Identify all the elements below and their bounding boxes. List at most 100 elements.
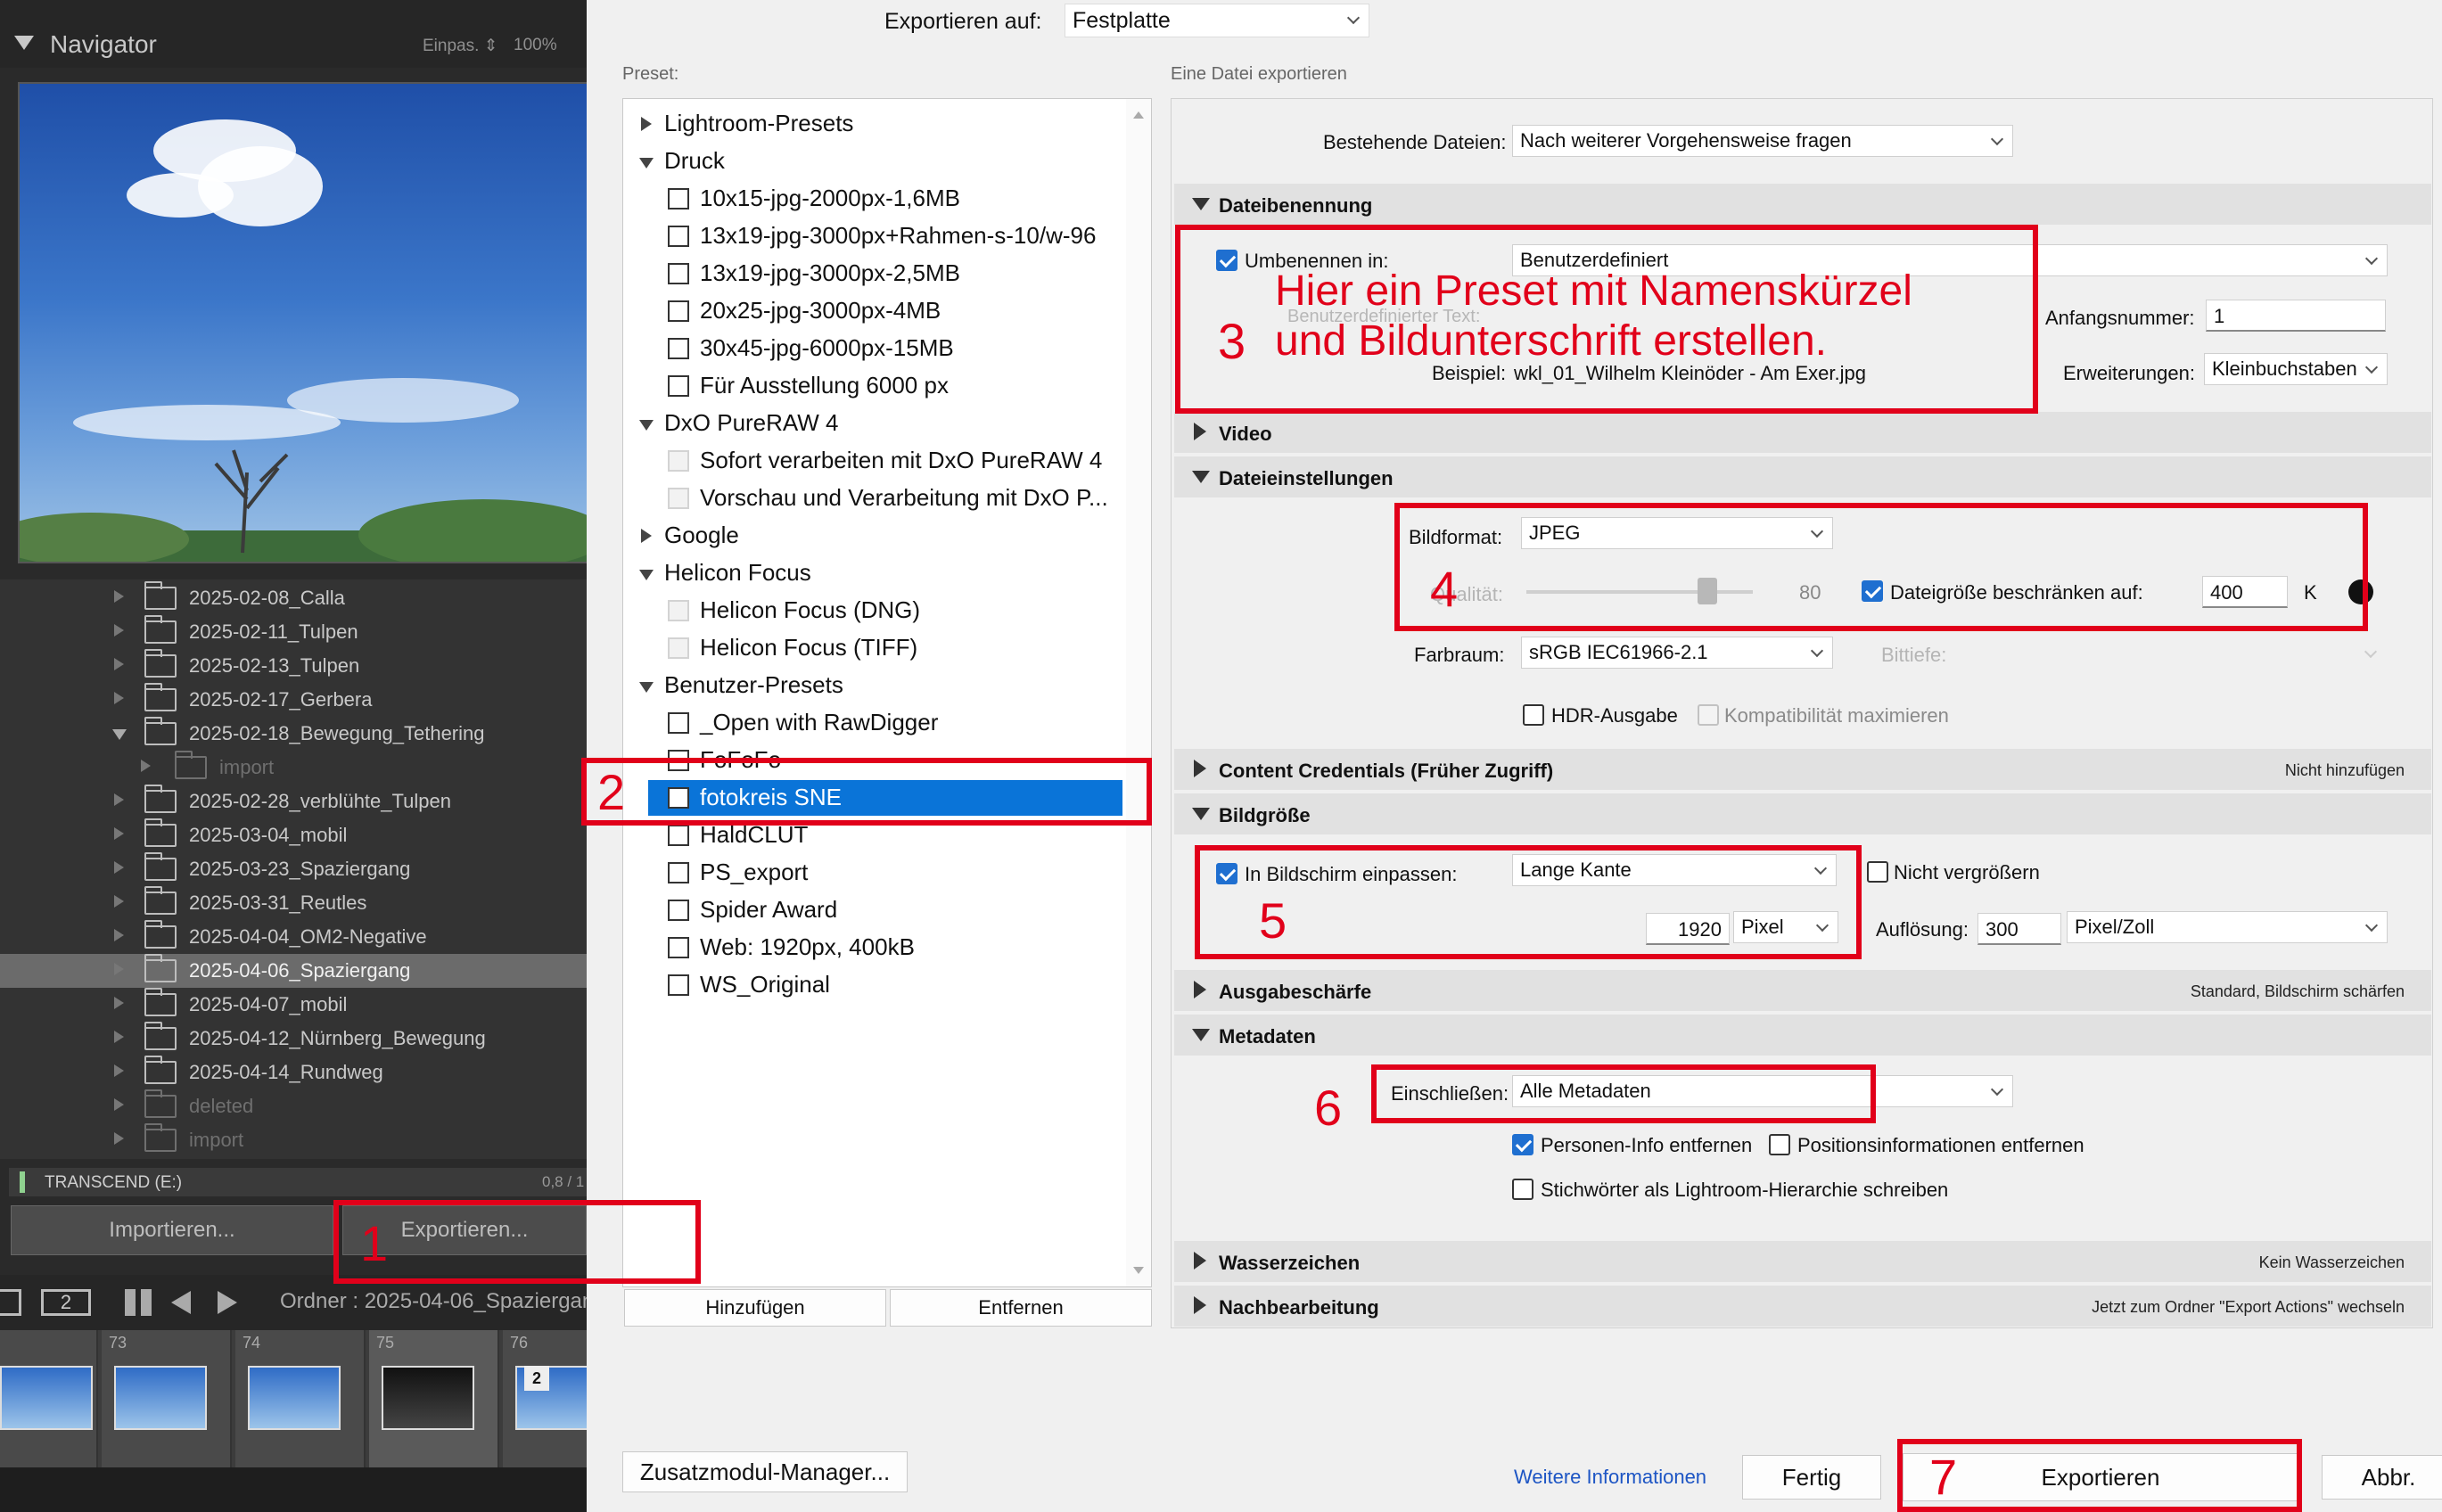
folder-open-triangle-icon[interactable] <box>639 570 654 580</box>
expand-arrow-icon[interactable] <box>114 827 124 840</box>
preset-checkbox[interactable] <box>668 226 689 247</box>
compat-checkbox[interactable] <box>1698 704 1719 726</box>
preset-item[interactable]: WS_Original <box>623 967 1122 1003</box>
folder-open-triangle-icon[interactable] <box>639 420 654 431</box>
section-content-credentials[interactable]: Content Credentials (Früher Zugriff) Nich… <box>1174 749 2431 790</box>
folder-row[interactable]: 2025-04-04_OM2-Negative <box>0 920 587 954</box>
forward-arrow-icon[interactable] <box>218 1291 237 1314</box>
film-cell-selected[interactable]: 75 <box>369 1330 499 1467</box>
preset-item[interactable]: Helicon Focus (DNG) <box>623 593 1122 629</box>
folder-row[interactable]: import <box>0 1123 587 1157</box>
preset-checkbox[interactable] <box>668 862 689 883</box>
extensions-dropdown[interactable]: Kleinbuchstaben <box>2204 353 2388 385</box>
preset-item[interactable]: Web: 1920px, 400kB <box>623 930 1122 966</box>
preset-checkbox[interactable] <box>668 338 689 359</box>
expand-arrow-icon[interactable] <box>114 1098 124 1111</box>
film-cell[interactable]: 73 <box>102 1330 232 1467</box>
resolution-unit-dropdown[interactable]: Pixel/Zoll <box>2067 911 2388 943</box>
start-number-input[interactable]: 1 <box>2206 300 2386 332</box>
expand-arrow-icon[interactable] <box>114 1064 124 1077</box>
folder-row[interactable]: 2025-04-06_Spaziergang <box>0 954 587 988</box>
import-button[interactable]: Importieren... <box>11 1205 333 1255</box>
preset-folder[interactable]: Lightroom-Presets <box>623 106 1122 142</box>
preset-item[interactable]: 20x25-jpg-3000px-4MB <box>623 293 1122 329</box>
folder-row[interactable]: 2025-02-13_Tulpen <box>0 649 587 683</box>
preset-folder[interactable]: Helicon Focus <box>623 555 1122 591</box>
folder-open-triangle-icon[interactable] <box>639 158 654 168</box>
remove-person-checkbox[interactable] <box>1512 1134 1533 1155</box>
more-info-link[interactable]: Weitere Informationen <box>1514 1466 1706 1489</box>
cancel-button[interactable]: Abbr. <box>2322 1455 2442 1500</box>
preset-folder[interactable]: Benutzer-Presets <box>623 668 1122 703</box>
film-cell[interactable] <box>0 1330 98 1467</box>
preset-item[interactable]: Spider Award <box>623 892 1122 928</box>
folder-row[interactable]: 2025-02-17_Gerbera <box>0 683 587 717</box>
expand-arrow-icon[interactable] <box>114 997 124 1009</box>
preset-item[interactable]: Für Ausstellung 6000 px <box>623 368 1122 404</box>
section-file-naming[interactable]: Dateibenennung <box>1174 184 2431 225</box>
preset-checkbox[interactable] <box>668 450 689 472</box>
grid-view-icon[interactable] <box>125 1289 152 1316</box>
preset-item[interactable]: Helicon Focus (TIFF) <box>623 630 1122 666</box>
preset-checkbox[interactable] <box>668 488 689 509</box>
remove-preset-button[interactable]: Entfernen <box>890 1289 1152 1327</box>
preset-checkbox[interactable] <box>668 188 689 210</box>
preset-checkbox[interactable] <box>668 900 689 921</box>
folder-open-triangle-icon[interactable] <box>639 682 654 693</box>
volume-bar[interactable]: TRANSCEND (E:) 0,8 / 1 <box>9 1168 587 1196</box>
film-cell[interactable]: 74 <box>235 1330 366 1467</box>
export-to-dropdown[interactable]: Festplatte <box>1065 4 1369 37</box>
section-output-sharpening[interactable]: Ausgabeschärfe Standard, Bildschirm schär… <box>1174 970 2431 1011</box>
resolution-input[interactable]: 300 <box>1977 913 2061 945</box>
preset-checkbox[interactable] <box>668 375 689 397</box>
preset-item[interactable]: Sofort verarbeiten mit DxO PureRAW 4 <box>623 443 1122 479</box>
navigator-fit-option[interactable]: Einpas. ⇕ <box>423 36 498 56</box>
folder-row[interactable]: 2025-02-18_Bewegung_Tethering <box>0 717 587 751</box>
plugin-manager-button[interactable]: Zusatzmodul-Manager... <box>622 1451 908 1492</box>
preset-folder[interactable]: Druck <box>623 144 1122 179</box>
navigator-zoom-option[interactable]: 100% <box>514 36 557 55</box>
folder-closed-triangle-icon[interactable] <box>641 117 652 131</box>
view-one-icon[interactable] <box>0 1289 21 1316</box>
expand-arrow-icon[interactable] <box>114 929 124 941</box>
folder-row[interactable]: import <box>0 751 587 785</box>
preset-checkbox[interactable] <box>668 974 689 996</box>
expand-arrow-icon[interactable] <box>114 1031 124 1043</box>
preset-item[interactable]: 13x19-jpg-3000px+Rahmen-s-10/w-96 <box>623 218 1122 254</box>
remove-location-checkbox[interactable] <box>1769 1134 1790 1155</box>
section-video[interactable]: Video <box>1174 412 2431 453</box>
section-file-settings[interactable]: Dateieinstellungen <box>1174 456 2431 497</box>
section-watermark[interactable]: Wasserzeichen Kein Wasserzeichen <box>1174 1241 2431 1282</box>
expand-arrow-icon[interactable] <box>114 624 124 637</box>
folder-row[interactable]: 2025-03-23_Spaziergang <box>0 852 587 886</box>
folder-row[interactable]: 2025-03-31_Reutles <box>0 886 587 920</box>
preset-checkbox[interactable] <box>668 825 689 846</box>
scroll-up-icon[interactable] <box>1133 111 1144 119</box>
expand-arrow-icon[interactable] <box>114 692 124 704</box>
folder-row[interactable]: 2025-04-07_mobil <box>0 988 587 1022</box>
no-enlarge-checkbox[interactable] <box>1867 861 1888 883</box>
preset-checkbox[interactable] <box>668 937 689 958</box>
expand-arrow-icon[interactable] <box>114 793 124 806</box>
preset-folder[interactable]: DxO PureRAW 4 <box>623 406 1122 441</box>
colorspace-dropdown[interactable]: sRGB IEC61966-2.1 <box>1521 637 1833 669</box>
existing-files-dropdown[interactable]: Nach weiterer Vorgehensweise fragen <box>1512 125 2013 157</box>
scroll-down-icon[interactable] <box>1133 1267 1144 1274</box>
preset-item[interactable]: PS_export <box>623 855 1122 891</box>
navigator-preview-image[interactable] <box>18 82 587 563</box>
expand-arrow-icon[interactable] <box>141 760 151 772</box>
preset-folder[interactable]: Google <box>623 518 1122 554</box>
preset-checkbox[interactable] <box>668 712 689 734</box>
preset-scrollbar[interactable] <box>1126 99 1151 1286</box>
add-preset-button[interactable]: Hinzufügen <box>624 1289 886 1327</box>
folder-row[interactable]: 2025-02-28_verblühte_Tulpen <box>0 785 587 818</box>
section-post-processing[interactable]: Nachbearbeitung Jetzt zum Ordner "Export … <box>1174 1286 2431 1327</box>
back-arrow-icon[interactable] <box>171 1291 191 1314</box>
folder-row[interactable]: 2025-03-04_mobil <box>0 818 587 852</box>
expand-arrow-icon[interactable] <box>114 963 124 975</box>
collapse-triangle-icon[interactable] <box>14 36 34 50</box>
folder-row[interactable]: 2025-02-11_Tulpen <box>0 615 587 649</box>
preset-item[interactable]: 30x45-jpg-6000px-15MB <box>623 331 1122 366</box>
folder-closed-triangle-icon[interactable] <box>641 529 652 543</box>
view-two-button[interactable]: 2 <box>41 1289 91 1316</box>
